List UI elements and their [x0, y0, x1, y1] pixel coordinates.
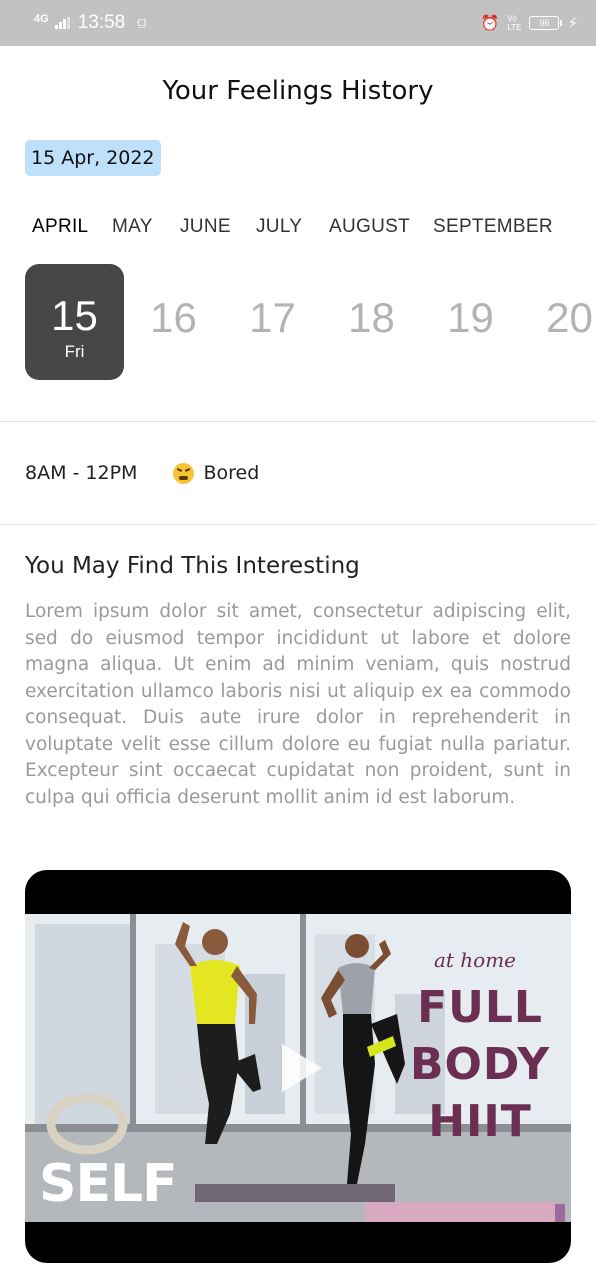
month-tab-may[interactable]: MAY	[112, 216, 153, 238]
month-tab-july[interactable]: JULY	[256, 216, 302, 238]
day-number: 17	[249, 294, 296, 341]
day-item-17[interactable]: 17	[223, 264, 322, 380]
video-title-line: BODY	[409, 1039, 551, 1090]
brand-logo: SELF	[39, 1154, 178, 1214]
video-card[interactable]: at home FULL BODY HIIT SELF	[25, 870, 571, 1263]
day-number: 16	[150, 294, 197, 341]
volte-icon: Vo LTE	[507, 14, 521, 32]
day-item-16[interactable]: 16	[124, 264, 223, 380]
suggestion-body-text: Lorem ipsum dolor sit amet, consectetur …	[25, 601, 571, 808]
feeling-entry[interactable]: 8AM - 12PM Bored	[25, 462, 259, 484]
status-time: 13:58	[77, 12, 126, 33]
battery-icon: 96	[529, 16, 563, 30]
day-number: 18	[348, 294, 395, 341]
day-number: 19	[447, 294, 494, 341]
month-tab-september[interactable]: SEPTEMBER	[433, 216, 553, 238]
month-tab-june[interactable]: JUNE	[180, 216, 231, 238]
video-title-line: HIIT	[428, 1096, 532, 1147]
section-title: You May Find This Interesting	[25, 553, 360, 579]
month-selector: APRIL MAY JUNE JULY AUGUST SEPTEMBER	[0, 216, 596, 242]
play-icon[interactable]	[282, 1044, 322, 1092]
alarm-icon: ⏰	[480, 15, 500, 32]
day-name: Fri	[64, 342, 85, 361]
day-item-19[interactable]: 19	[421, 264, 520, 380]
day-item-15[interactable]: 15 Fri	[25, 264, 124, 380]
day-selector: 15 Fri 16 17 18 19 20	[0, 264, 596, 380]
volte-label: Vo	[507, 14, 517, 23]
day-item-20[interactable]: 20	[520, 264, 596, 380]
lte-label: LTE	[507, 23, 522, 32]
month-tab-april[interactable]: APRIL	[32, 216, 88, 238]
video-title-line: FULL	[417, 982, 543, 1033]
tired-face-emoji-icon	[173, 462, 195, 484]
video-thumbnail[interactable]: at home FULL BODY HIIT SELF	[25, 914, 571, 1222]
network-type: 4G	[34, 13, 49, 25]
divider	[0, 524, 596, 525]
selected-date-chip[interactable]: 15 Apr, 2022	[25, 140, 161, 176]
feeling-time-range: 8AM - 12PM	[25, 462, 138, 484]
day-item-18[interactable]: 18	[322, 264, 421, 380]
usb-icon: ⫑	[137, 14, 146, 32]
feeling-label: Bored	[203, 462, 260, 484]
month-tab-august[interactable]: AUGUST	[329, 216, 410, 238]
battery-level: 96	[539, 18, 550, 28]
signal-icon	[54, 17, 70, 29]
divider	[0, 421, 596, 422]
day-number: 20	[546, 294, 593, 341]
status-bar: 4G 13:58 ⫑ ⏰ Vo LTE 96 ⚡	[0, 0, 596, 46]
day-number: 15	[51, 292, 98, 339]
video-subtitle: at home	[433, 948, 516, 972]
page-title: Your Feelings History	[162, 76, 434, 106]
charging-icon: ⚡	[567, 15, 578, 32]
